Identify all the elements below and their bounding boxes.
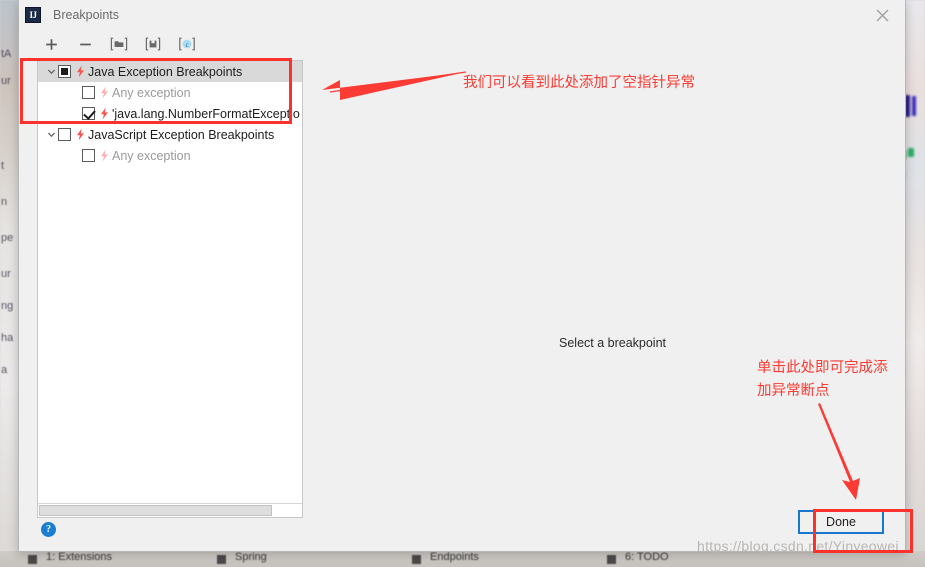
status-bar-item[interactable]: Spring (235, 551, 267, 563)
group-by-file-button[interactable] (109, 34, 129, 54)
chevron-down-icon[interactable] (44, 67, 58, 76)
status-bar-item[interactable]: 1: Extensions (46, 551, 112, 563)
class-filter-button[interactable]: c (177, 34, 197, 54)
background-text-fragment: n (1, 196, 8, 208)
background-text-fragment: ur (1, 75, 11, 87)
breakpoint-bolt-icon (74, 128, 87, 141)
breakpoint-bolt-icon (74, 65, 87, 78)
tree-row-label: Any exception (112, 85, 191, 100)
breakpoint-bolt-icon (98, 149, 111, 162)
status-bar-item[interactable]: Endpoints (430, 551, 479, 563)
checkbox-java-exception-breakpoints[interactable] (58, 65, 71, 78)
annotation-note-tree: 我们可以看到此处添加了空指针异常 (463, 75, 695, 91)
background-text-fragment: ur (1, 268, 11, 280)
status-bar-icon (412, 555, 421, 564)
watermark-text: https://blog.csdn.net/Yinyeowei (697, 538, 899, 554)
plus-icon (45, 38, 57, 50)
folder-bracket-icon (110, 37, 128, 51)
intellij-icon-text: IJ (29, 9, 37, 20)
close-button[interactable] (859, 0, 905, 30)
svg-text:c: c (185, 41, 188, 49)
remove-breakpoint-button[interactable] (75, 34, 95, 54)
chevron-down-icon[interactable] (44, 130, 58, 139)
minus-icon (79, 43, 91, 45)
tree-row-javascript-exception-breakpoints[interactable]: JavaScript Exception Breakpoints (38, 124, 302, 145)
tree-row-label: JavaScript Exception Breakpoints (88, 127, 275, 142)
save-to-file-button[interactable] (143, 34, 163, 54)
checkbox-java-any-exception[interactable] (82, 86, 95, 99)
background-text-fragment: tA (1, 48, 12, 60)
empty-state-message: Select a breakpoint (559, 336, 667, 350)
close-icon (876, 9, 888, 21)
breakpoints-dialog: IJ Breakpoints c Java Exception Breakpoi… (18, 0, 906, 552)
background-text-fragment: a (1, 364, 8, 376)
tree-row-number-format-exception[interactable]: 'java.lang.NumberFormatExceptio (38, 103, 302, 124)
tree-row-javascript-any-exception[interactable]: Any exception (38, 145, 302, 166)
blue-circle-c-icon: c (179, 37, 195, 51)
add-breakpoint-button[interactable] (41, 34, 61, 54)
tree-row-java-exception-breakpoints[interactable]: Java Exception Breakpoints (38, 61, 302, 82)
help-icon[interactable]: ? (41, 522, 56, 537)
done-button[interactable]: Done (798, 510, 884, 534)
breakpoint-detail-pane: Select a breakpoint (311, 60, 895, 520)
status-bar-icon (217, 555, 226, 564)
annotation-note-done-line2: 加异常断点 (757, 383, 830, 399)
intellij-idea-icon: IJ (25, 7, 41, 23)
background-text-fragment: ha (1, 332, 14, 344)
checkbox-javascript-any-exception[interactable] (82, 149, 95, 162)
background-text-fragment: pe (1, 232, 14, 244)
tree-row-label: Java Exception Breakpoints (88, 64, 243, 79)
dialog-titlebar: IJ Breakpoints (19, 0, 905, 30)
checkbox-javascript-exception-breakpoints[interactable] (58, 128, 71, 141)
checkbox-number-format-exception[interactable] (82, 107, 95, 120)
breakpoints-tree-panel[interactable]: Java Exception Breakpoints Any exception (37, 60, 303, 518)
dialog-body: Java Exception Breakpoints Any exception (19, 58, 905, 520)
dialog-title: Breakpoints (53, 8, 120, 22)
status-bar-icon (607, 555, 616, 564)
breakpoint-bolt-icon (98, 107, 111, 120)
status-bar-icon (28, 555, 37, 564)
background-text-fragment: t (1, 160, 5, 172)
breakpoint-bolt-icon (98, 86, 111, 99)
tree-row-label: Any exception (112, 148, 191, 163)
tree-row-java-any-exception[interactable]: Any exception (38, 82, 302, 103)
status-bar-item[interactable]: 6: TODO (625, 551, 669, 563)
background-text-fragment: ng (1, 300, 14, 312)
breakpoints-toolbar: c (19, 30, 905, 58)
tree-row-label: 'java.lang.NumberFormatExceptio (112, 106, 300, 121)
annotation-note-done-line1: 单击此处即可完成添 (757, 360, 888, 376)
disk-bracket-icon (145, 37, 161, 51)
